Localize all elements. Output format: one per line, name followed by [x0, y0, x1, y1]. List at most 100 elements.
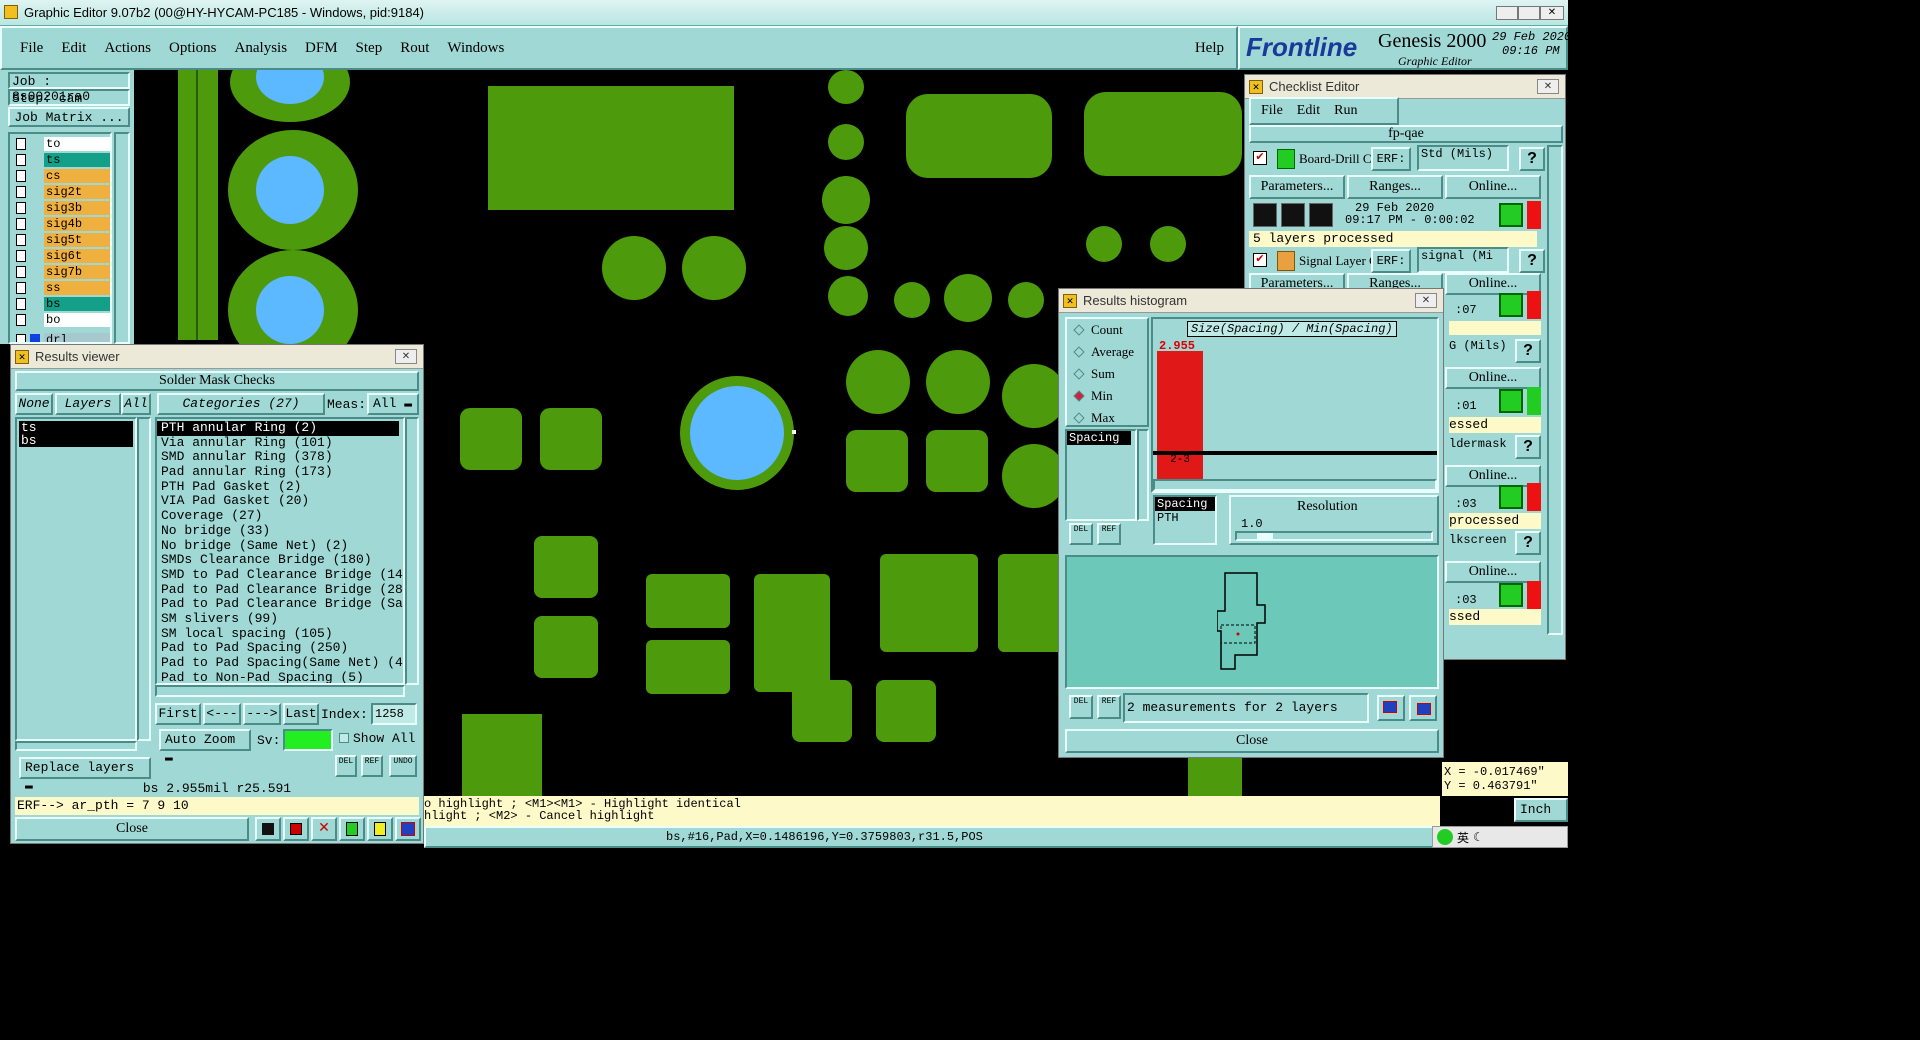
result-layer-item[interactable]: bs: [19, 434, 133, 447]
ref-button[interactable]: REF: [1097, 523, 1121, 545]
snapshot-icon[interactable]: [255, 817, 281, 841]
run-icon[interactable]: [1309, 203, 1333, 227]
category-item[interactable]: Pad annular Ring (173): [157, 465, 403, 480]
board-drill-label[interactable]: Board-Drill Che: [1299, 151, 1371, 167]
histogram-icon[interactable]: [395, 817, 421, 841]
layer-row[interactable]: sig5t: [10, 232, 110, 248]
category-item[interactable]: Pad to Pad Clearance Bridge (Same: [157, 597, 403, 612]
histogram-scrollbar[interactable]: [1153, 479, 1437, 491]
aggregation-option[interactable]: Min: [1071, 385, 1151, 407]
layer-row[interactable]: drl: [10, 332, 110, 342]
close-window-button[interactable]: ✕: [1540, 6, 1564, 20]
layer-name[interactable]: bs: [44, 297, 110, 311]
zoom-icon[interactable]: [1499, 389, 1523, 413]
help-button[interactable]: ?: [1515, 435, 1541, 459]
report-icon[interactable]: [367, 817, 393, 841]
category-item[interactable]: SM slivers (99): [157, 612, 403, 627]
checklist-menu-edit[interactable]: Edit: [1297, 103, 1320, 119]
layer-scrollbar[interactable]: [114, 132, 130, 344]
aggregation-option[interactable]: Average: [1071, 341, 1151, 363]
bar-range-label[interactable]: 2-3: [1157, 455, 1203, 479]
aggregation-option[interactable]: Max: [1071, 407, 1151, 429]
aggregation-option[interactable]: Sum: [1071, 363, 1151, 385]
replace-layers-dropdown[interactable]: Replace layers ▬: [19, 757, 151, 793]
layers-button[interactable]: Layers: [55, 393, 121, 415]
record-icon[interactable]: [283, 817, 309, 841]
histogram-bar[interactable]: [1157, 351, 1203, 451]
del-button[interactable]: DEL: [1069, 695, 1093, 719]
del-button[interactable]: DEL: [335, 755, 357, 777]
checklist-scrollbar[interactable]: [1547, 145, 1563, 635]
all-button[interactable]: All: [121, 393, 151, 415]
checklist-menu-file[interactable]: File: [1261, 103, 1283, 119]
category-item[interactable]: Pad to Pad Spacing (250): [157, 641, 403, 656]
units-dropdown[interactable]: Inch: [1514, 798, 1568, 822]
menu-edit[interactable]: Edit: [61, 40, 86, 57]
layer-row[interactable]: bs: [10, 296, 110, 312]
layer-checkbox[interactable]: [16, 314, 27, 326]
next-button[interactable]: --->: [243, 703, 281, 725]
meas-dropdown[interactable]: All ▬: [367, 393, 419, 415]
layer-row[interactable]: to: [10, 136, 110, 152]
last-button[interactable]: Last: [283, 703, 319, 725]
category-item[interactable]: PTH Pad Gasket (2): [157, 480, 403, 495]
menu-actions[interactable]: Actions: [104, 40, 151, 57]
minimize-button[interactable]: [1496, 6, 1518, 20]
clear-icon[interactable]: ✕: [311, 817, 337, 841]
layer-checkbox[interactable]: [16, 298, 27, 310]
aggregation-option[interactable]: Count: [1071, 319, 1151, 341]
category-hscroll[interactable]: [155, 685, 405, 697]
list-icon[interactable]: [339, 817, 365, 841]
category-item[interactable]: PTH annular Ring (2): [157, 421, 399, 436]
help-button[interactable]: ?: [1519, 147, 1545, 171]
help-button[interactable]: ?: [1519, 249, 1545, 273]
online-button[interactable]: Online...: [1445, 561, 1541, 583]
zoom-icon[interactable]: [1499, 203, 1523, 227]
ref-button[interactable]: REF: [361, 755, 383, 777]
layer-name[interactable]: ts: [44, 153, 110, 167]
help-button[interactable]: ?: [1515, 531, 1541, 555]
del-button[interactable]: DEL: [1069, 523, 1093, 545]
measure-scrollbar[interactable]: [1137, 429, 1149, 521]
category-item[interactable]: No bridge (33): [157, 524, 403, 539]
layer-checkbox[interactable]: [16, 170, 27, 182]
categories-button[interactable]: Categories (27): [157, 393, 325, 415]
next-measure-icon[interactable]: [1409, 695, 1437, 721]
layer-checkbox[interactable]: [16, 186, 27, 198]
ranges-button[interactable]: Ranges...: [1347, 175, 1443, 199]
show-all-checkbox[interactable]: [339, 733, 349, 743]
checklist-close-icon[interactable]: ✕: [1537, 79, 1559, 94]
category-item[interactable]: Via annular Ring (101): [157, 436, 403, 451]
layer-name[interactable]: ss: [44, 281, 110, 295]
resolution-slider[interactable]: [1235, 531, 1433, 541]
zoom-icon[interactable]: [1499, 293, 1523, 317]
layer-row[interactable]: ts: [10, 152, 110, 168]
layer-checkbox[interactable]: [16, 138, 27, 150]
layer-row[interactable]: sig7b: [10, 264, 110, 280]
layer-row[interactable]: sig3b: [10, 200, 110, 216]
index-input[interactable]: 1258: [371, 703, 417, 725]
online-button[interactable]: Online...: [1445, 175, 1541, 199]
erf-button[interactable]: ERF:: [1371, 147, 1411, 171]
layer-name[interactable]: cs: [44, 169, 110, 183]
run-icon[interactable]: [1253, 203, 1277, 227]
parameters-button[interactable]: Parameters...: [1249, 175, 1345, 199]
checklist-menu-run[interactable]: Run: [1334, 103, 1357, 119]
layer-checkbox[interactable]: [16, 234, 27, 246]
layer-name[interactable]: sig7b: [44, 265, 110, 279]
menu-options[interactable]: Options: [169, 40, 217, 57]
layer-name[interactable]: sig3b: [44, 201, 110, 215]
category-item[interactable]: VIA Pad Gasket (20): [157, 494, 403, 509]
layer-list-scrollbar[interactable]: [137, 417, 151, 741]
category-scrollbar[interactable]: [405, 417, 419, 685]
auto-zoom-dropdown[interactable]: Auto Zoom ▬: [159, 729, 251, 765]
ref-button[interactable]: REF: [1097, 695, 1121, 719]
results-viewer-close-icon[interactable]: ✕: [395, 349, 417, 364]
first-button[interactable]: First: [155, 703, 201, 725]
category-item[interactable]: Pad to Non-Pad Spacing (5): [157, 671, 403, 683]
category-item[interactable]: Coverage (27): [157, 509, 403, 524]
layer-checkbox[interactable]: [16, 202, 27, 214]
zoom-icon[interactable]: [1499, 485, 1523, 509]
layer-name[interactable]: drl: [44, 333, 110, 342]
layer-row[interactable]: sig2t: [10, 184, 110, 200]
